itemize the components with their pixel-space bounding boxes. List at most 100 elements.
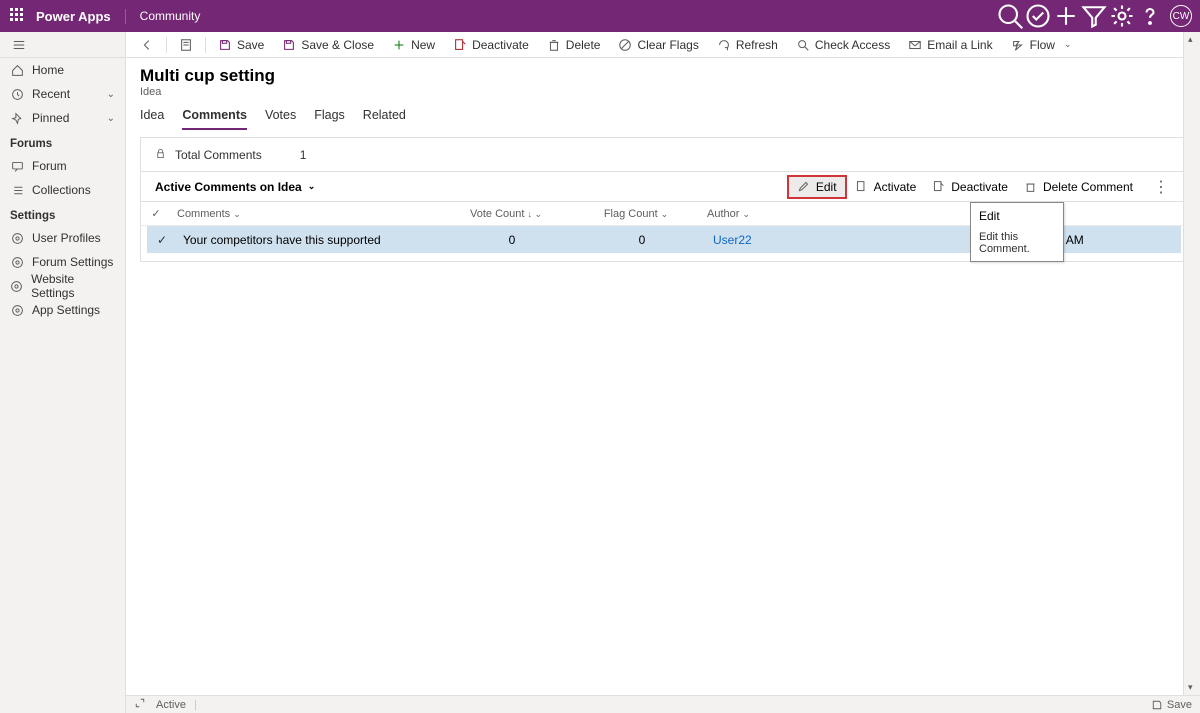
environment-label[interactable]: Community xyxy=(140,9,201,23)
new-button[interactable]: New xyxy=(384,32,443,57)
gear-icon xyxy=(10,232,24,245)
nav-website-settings[interactable]: Website Settings xyxy=(0,274,125,298)
new-label: New xyxy=(411,38,435,52)
nav-collections[interactable]: Collections xyxy=(0,178,125,202)
filter-icon[interactable] xyxy=(1080,2,1108,30)
page-header: Multi cup setting Idea xyxy=(126,58,1200,98)
record-state: Active xyxy=(156,699,186,711)
deactivate-button[interactable]: Deactivate xyxy=(445,32,537,57)
nav-website-settings-label: Website Settings xyxy=(31,272,115,300)
nav-home[interactable]: Home xyxy=(0,58,125,82)
nav-recent[interactable]: Recent ⌄ xyxy=(0,82,125,106)
nav-forum-settings-label: Forum Settings xyxy=(32,255,113,269)
clear-flags-button[interactable]: Clear Flags xyxy=(610,32,706,57)
check-access-button[interactable]: Check Access xyxy=(788,32,898,57)
cell-comment: Your competitors have this supported xyxy=(177,233,447,247)
vertical-scrollbar[interactable] xyxy=(1183,32,1200,695)
expand-icon[interactable] xyxy=(134,697,148,712)
cell-flag: 0 xyxy=(577,233,707,247)
tab-flags[interactable]: Flags xyxy=(314,108,345,130)
home-icon xyxy=(10,64,24,77)
task-icon[interactable] xyxy=(1024,2,1052,30)
chevron-down-icon: ⌄ xyxy=(107,89,115,100)
form-selector[interactable] xyxy=(171,32,201,57)
grid-deactivate-button[interactable]: Deactivate xyxy=(924,177,1016,197)
delete-label: Delete xyxy=(566,38,601,52)
list-icon xyxy=(10,184,24,197)
cell-vote: 0 xyxy=(447,233,577,247)
nav-collections-label: Collections xyxy=(32,183,91,197)
email-link-button[interactable]: Email a Link xyxy=(900,32,1000,57)
delete-button[interactable]: Delete xyxy=(539,32,609,57)
gear-icon xyxy=(10,280,23,293)
tab-idea[interactable]: Idea xyxy=(140,108,164,130)
refresh-label: Refresh xyxy=(736,38,778,52)
page-title: Multi cup setting xyxy=(140,66,1186,86)
save-button[interactable]: Save xyxy=(210,32,272,57)
subgrid-title-label: Active Comments on Idea xyxy=(155,180,302,194)
col-comments[interactable]: Comments⌄ xyxy=(171,208,441,220)
refresh-button[interactable]: Refresh xyxy=(709,32,786,57)
help-icon[interactable] xyxy=(1136,2,1164,30)
tab-comments[interactable]: Comments xyxy=(182,108,247,130)
chevron-down-icon: ⌄ xyxy=(1064,39,1072,50)
tab-related[interactable]: Related xyxy=(363,108,406,130)
main-area: Save Save & Close New Deactivate Delete … xyxy=(126,32,1200,713)
save-close-label: Save & Close xyxy=(301,38,374,52)
nav-user-profiles[interactable]: User Profiles xyxy=(0,226,125,250)
add-icon[interactable] xyxy=(1052,2,1080,30)
activate-label: Activate xyxy=(874,180,917,194)
footer-save-label: Save xyxy=(1167,699,1192,711)
grid-deactivate-label: Deactivate xyxy=(951,180,1008,194)
clock-icon xyxy=(10,88,24,101)
settings-icon[interactable] xyxy=(1108,2,1136,30)
edit-button[interactable]: Edit xyxy=(787,175,847,199)
nav-pinned-label: Pinned xyxy=(32,111,69,125)
gear-icon xyxy=(10,256,24,269)
nav-forum[interactable]: Forum xyxy=(0,154,125,178)
command-bar: Save Save & Close New Deactivate Delete … xyxy=(126,32,1200,58)
gear-icon xyxy=(10,304,24,317)
tab-votes[interactable]: Votes xyxy=(265,108,296,130)
save-close-button[interactable]: Save & Close xyxy=(274,32,382,57)
flow-button[interactable]: Flow⌄ xyxy=(1003,32,1080,57)
more-commands[interactable]: ⋮ xyxy=(1149,177,1173,197)
nav-forum-settings[interactable]: Forum Settings xyxy=(0,250,125,274)
edit-label: Edit xyxy=(816,180,837,194)
col-author[interactable]: Author⌄ xyxy=(701,208,971,220)
clear-flags-label: Clear Flags xyxy=(637,38,698,52)
subgrid-title[interactable]: Active Comments on Idea ⌄ xyxy=(155,180,315,194)
search-icon[interactable] xyxy=(996,2,1024,30)
deactivate-label: Deactivate xyxy=(472,38,529,52)
col-vote-count[interactable]: Vote Count↓ ⌄ xyxy=(441,208,571,220)
entity-label: Idea xyxy=(140,86,1186,98)
col-flag-count[interactable]: Flag Count⌄ xyxy=(571,208,701,220)
row-checkbox[interactable]: ✓ xyxy=(147,233,177,247)
delete-comment-button[interactable]: Delete Comment xyxy=(1016,177,1141,197)
lock-icon xyxy=(155,148,167,162)
pin-icon xyxy=(10,112,24,125)
footer-save-button[interactable]: Save xyxy=(1151,699,1192,711)
nav-toggle[interactable] xyxy=(0,32,125,58)
cell-author-link[interactable]: User22 xyxy=(713,233,752,247)
activate-button[interactable]: Activate xyxy=(847,177,925,197)
nav-recent-label: Recent xyxy=(32,87,70,101)
user-avatar[interactable]: CW xyxy=(1170,5,1192,27)
tooltip-desc: Edit this Comment. xyxy=(979,231,1055,255)
nav-app-settings-label: App Settings xyxy=(32,303,100,317)
top-bar: Power Apps Community CW xyxy=(0,0,1200,32)
back-button[interactable] xyxy=(132,32,162,57)
nav-forum-label: Forum xyxy=(32,159,67,173)
check-access-label: Check Access xyxy=(815,38,890,52)
tabs: Idea Comments Votes Flags Related xyxy=(126,98,1200,131)
nav-section-forums: Forums xyxy=(0,130,125,154)
delete-comment-label: Delete Comment xyxy=(1043,180,1133,194)
nav-pinned[interactable]: Pinned ⌄ xyxy=(0,106,125,130)
nav-app-settings[interactable]: App Settings xyxy=(0,298,125,322)
chevron-down-icon: ⌄ xyxy=(107,113,115,124)
app-launcher-icon[interactable] xyxy=(10,8,26,24)
select-all[interactable]: ✓ xyxy=(141,207,171,220)
save-label: Save xyxy=(237,38,264,52)
nav-user-profiles-label: User Profiles xyxy=(32,231,101,245)
chevron-down-icon: ⌄ xyxy=(308,181,316,192)
